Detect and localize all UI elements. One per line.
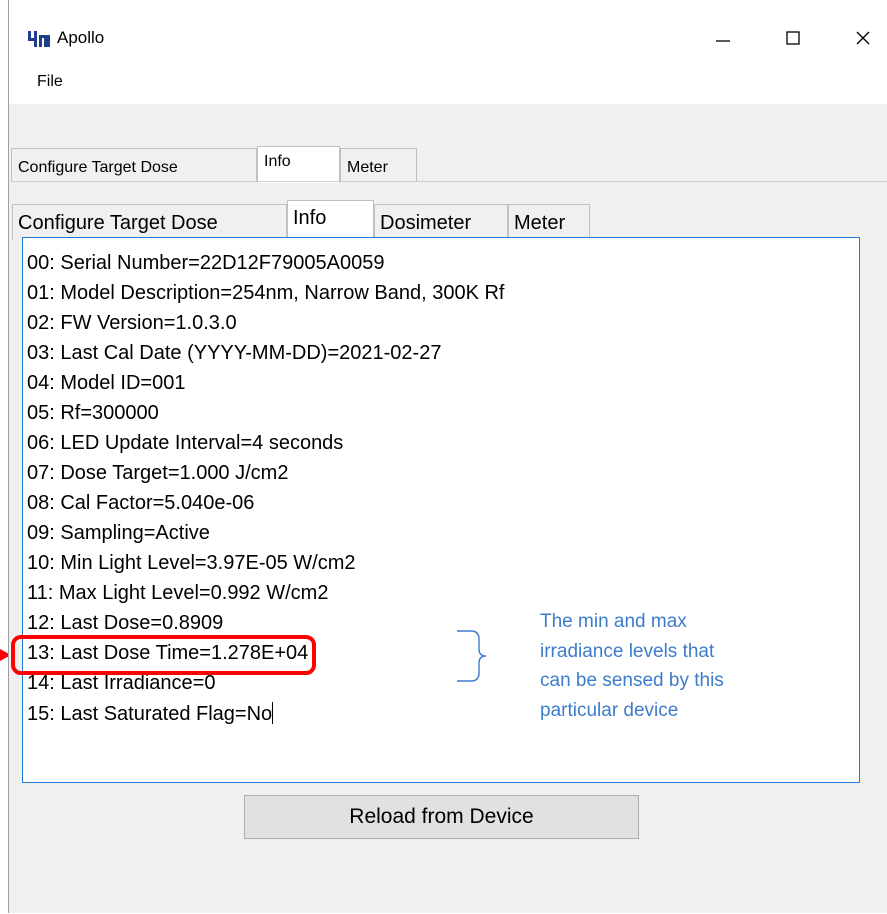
maximize-button[interactable] xyxy=(769,18,817,58)
inner-tab-dosimeter[interactable]: Dosimeter xyxy=(374,204,508,240)
info-line-last: 15: Last Saturated Flag=No xyxy=(27,702,274,726)
annotation-text: The min and max irradiance levels that c… xyxy=(540,607,830,725)
app-logo-icon xyxy=(28,31,50,47)
inner-tab-configure-target-dose[interactable]: Configure Target Dose xyxy=(12,204,287,240)
menu-bar: File xyxy=(9,62,887,104)
info-line: 14: Last Irradiance=0 xyxy=(27,672,216,694)
title-bar: Apollo xyxy=(9,0,887,62)
close-icon xyxy=(856,31,870,45)
minimize-button[interactable] xyxy=(699,18,747,58)
annotation-line: particular device xyxy=(540,699,679,721)
info-line: 00: Serial Number=22D12F79005A0059 xyxy=(27,252,385,274)
info-line: 04: Model ID=001 xyxy=(27,372,186,394)
outer-tab-info[interactable]: Info xyxy=(257,146,340,183)
info-line: 01: Model Description=254nm, Narrow Band… xyxy=(27,282,505,304)
info-line: 05: Rf=300000 xyxy=(27,402,159,424)
close-button[interactable] xyxy=(839,18,887,58)
reload-from-device-button[interactable]: Reload from Device xyxy=(244,795,639,839)
text-caret xyxy=(272,702,274,724)
info-line: 02: FW Version=1.0.3.0 xyxy=(27,312,237,334)
annotation-line: irradiance levels that xyxy=(540,640,715,662)
info-line: 08: Cal Factor=5.040e-06 xyxy=(27,492,255,514)
info-line: 03: Last Cal Date (YYYY-MM-DD)=2021-02-2… xyxy=(27,342,442,364)
maximize-icon xyxy=(786,31,800,45)
info-line: 10: Min Light Level=3.97E-05 W/cm2 xyxy=(27,552,356,574)
info-line: 07: Dose Target=1.000 J/cm2 xyxy=(27,462,289,484)
info-line: 11: Max Light Level=0.992 W/cm2 xyxy=(27,582,329,604)
info-line-text: 15: Last Saturated Flag=No xyxy=(27,703,273,725)
info-line: 12: Last Dose=0.8909 xyxy=(27,612,224,634)
info-line: 06: LED Update Interval=4 seconds xyxy=(27,432,344,454)
annotation-line: can be sensed by this xyxy=(540,670,724,691)
last-dose-highlight-box xyxy=(11,635,316,675)
info-line: 09: Sampling=Active xyxy=(27,522,210,544)
window-title: Apollo xyxy=(57,28,105,47)
inner-tab-info[interactable]: Info xyxy=(287,200,374,241)
minimize-icon xyxy=(716,40,730,42)
bracket-icon xyxy=(457,630,487,682)
annotation-line: The min and max xyxy=(540,611,687,632)
menu-file[interactable]: File xyxy=(37,73,63,91)
outer-tab-configure-target-dose[interactable]: Configure Target Dose xyxy=(11,148,257,182)
outer-tab-meter[interactable]: Meter xyxy=(340,148,417,182)
inner-tab-meter[interactable]: Meter xyxy=(508,204,590,240)
